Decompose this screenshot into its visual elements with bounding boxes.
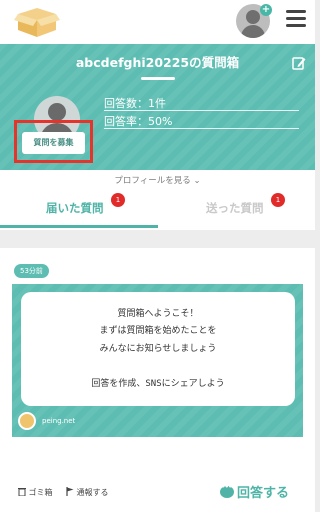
profile-link[interactable]: プロフィールを見る ⌄	[0, 174, 315, 186]
edit-icon[interactable]	[292, 56, 306, 70]
flag-icon	[66, 487, 74, 496]
sent-badge: 1	[271, 193, 285, 207]
answer-button[interactable]: 回答する	[220, 482, 289, 501]
tab-received[interactable]: 届いた質問	[46, 200, 104, 216]
site-icon	[18, 412, 36, 430]
answer-count: 回答数：1件	[104, 97, 166, 110]
question-line: まずは質問箱を始めたことを	[99, 326, 217, 336]
title-underline	[141, 77, 175, 80]
answer-label: 回答する	[237, 486, 290, 501]
trash-icon	[18, 488, 26, 497]
report-label: 通報する	[76, 488, 109, 497]
report-button[interactable]: 通報する	[66, 487, 109, 498]
question-line: 質問箱へようこそ！	[117, 309, 199, 319]
divider	[104, 128, 299, 129]
trash-label: ゴミ箱	[28, 488, 53, 497]
menu-icon[interactable]	[286, 10, 306, 28]
active-tab-indicator	[0, 225, 158, 228]
question-line: みんなにお知らせしましょう	[99, 344, 217, 354]
plus-icon[interactable]: +	[260, 4, 272, 16]
top-bar: +	[0, 0, 315, 44]
question-line: 回答を作成、SNSにシェアしよう	[91, 379, 225, 389]
answer-rate: 回答率：50%	[104, 115, 173, 128]
received-badge: 1	[111, 193, 125, 207]
source-text: peing.net	[42, 417, 76, 425]
trash-button[interactable]: ゴミ箱	[18, 487, 53, 498]
box-logo-icon[interactable]	[14, 6, 60, 38]
comment-icon	[220, 483, 234, 498]
profile-header: abcdefghi20225の質問箱 質問を募集 回答数：1件 回答率：50%	[0, 44, 315, 190]
time-badge: 53分前	[14, 264, 49, 278]
recruit-questions-button[interactable]: 質問を募集	[22, 132, 85, 154]
divider	[104, 110, 299, 111]
page-title: abcdefghi20225の質問箱	[75, 55, 240, 70]
tab-sent[interactable]: 送った質問	[206, 200, 264, 216]
